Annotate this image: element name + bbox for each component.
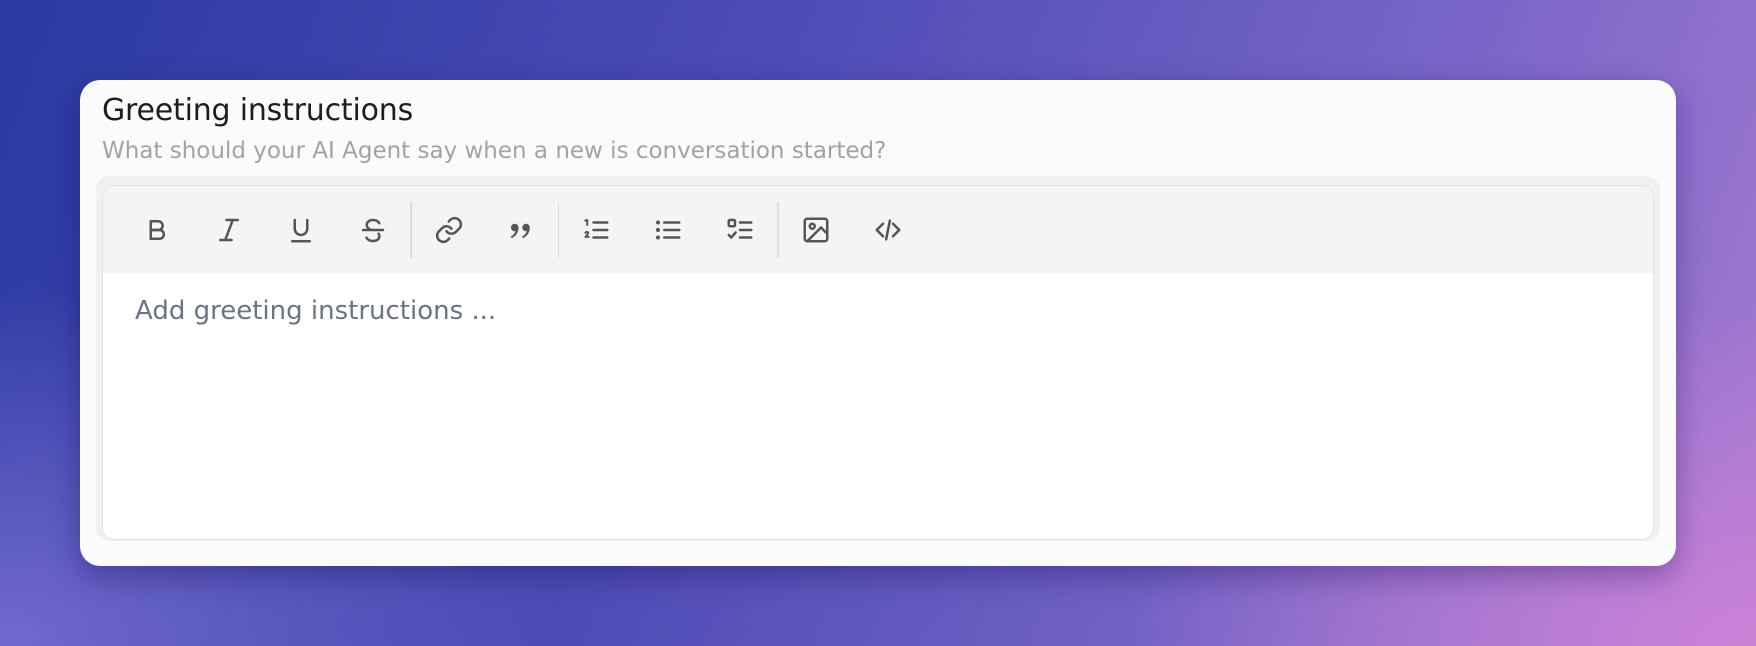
link-icon	[435, 216, 462, 243]
strikethrough-button[interactable]	[337, 202, 409, 258]
italic-button[interactable]	[193, 202, 265, 258]
task-list-button[interactable]	[704, 202, 776, 258]
bullet-list-button[interactable]	[632, 202, 704, 258]
quote-button[interactable]	[485, 202, 557, 258]
greeting-instructions-card: Greeting instructions What should your A…	[80, 80, 1676, 566]
strikethrough-icon	[361, 218, 385, 242]
link-button[interactable]	[413, 202, 485, 258]
task-list-icon	[727, 218, 753, 239]
editor-wrapper: Add greeting instructions ...	[96, 176, 1660, 541]
bullet-list-icon	[656, 220, 681, 239]
quote-icon	[510, 223, 530, 238]
italic-icon	[219, 218, 239, 241]
ordered-list-button[interactable]	[560, 202, 632, 258]
toolbar-divider	[557, 201, 559, 258]
editor-placeholder: Add greeting instructions ...	[135, 296, 497, 326]
editor-content-area[interactable]: Add greeting instructions ...	[103, 273, 1653, 538]
toolbar-divider	[777, 201, 779, 258]
image-icon	[803, 217, 828, 242]
toolbar-divider	[410, 201, 412, 258]
image-button[interactable]	[780, 202, 852, 258]
underline-button[interactable]	[265, 202, 337, 258]
underline-icon	[291, 218, 311, 242]
code-button[interactable]	[852, 202, 924, 258]
editor-toolbar	[103, 186, 1653, 273]
section-subtitle: What should your AI Agent say when a new…	[102, 138, 887, 164]
bold-icon	[149, 219, 166, 240]
ordered-list-icon	[584, 218, 609, 239]
section-title: Greeting instructions	[102, 93, 414, 128]
bold-button[interactable]	[121, 202, 193, 258]
rich-text-editor: Add greeting instructions ...	[102, 185, 1654, 540]
code-icon	[875, 218, 900, 241]
